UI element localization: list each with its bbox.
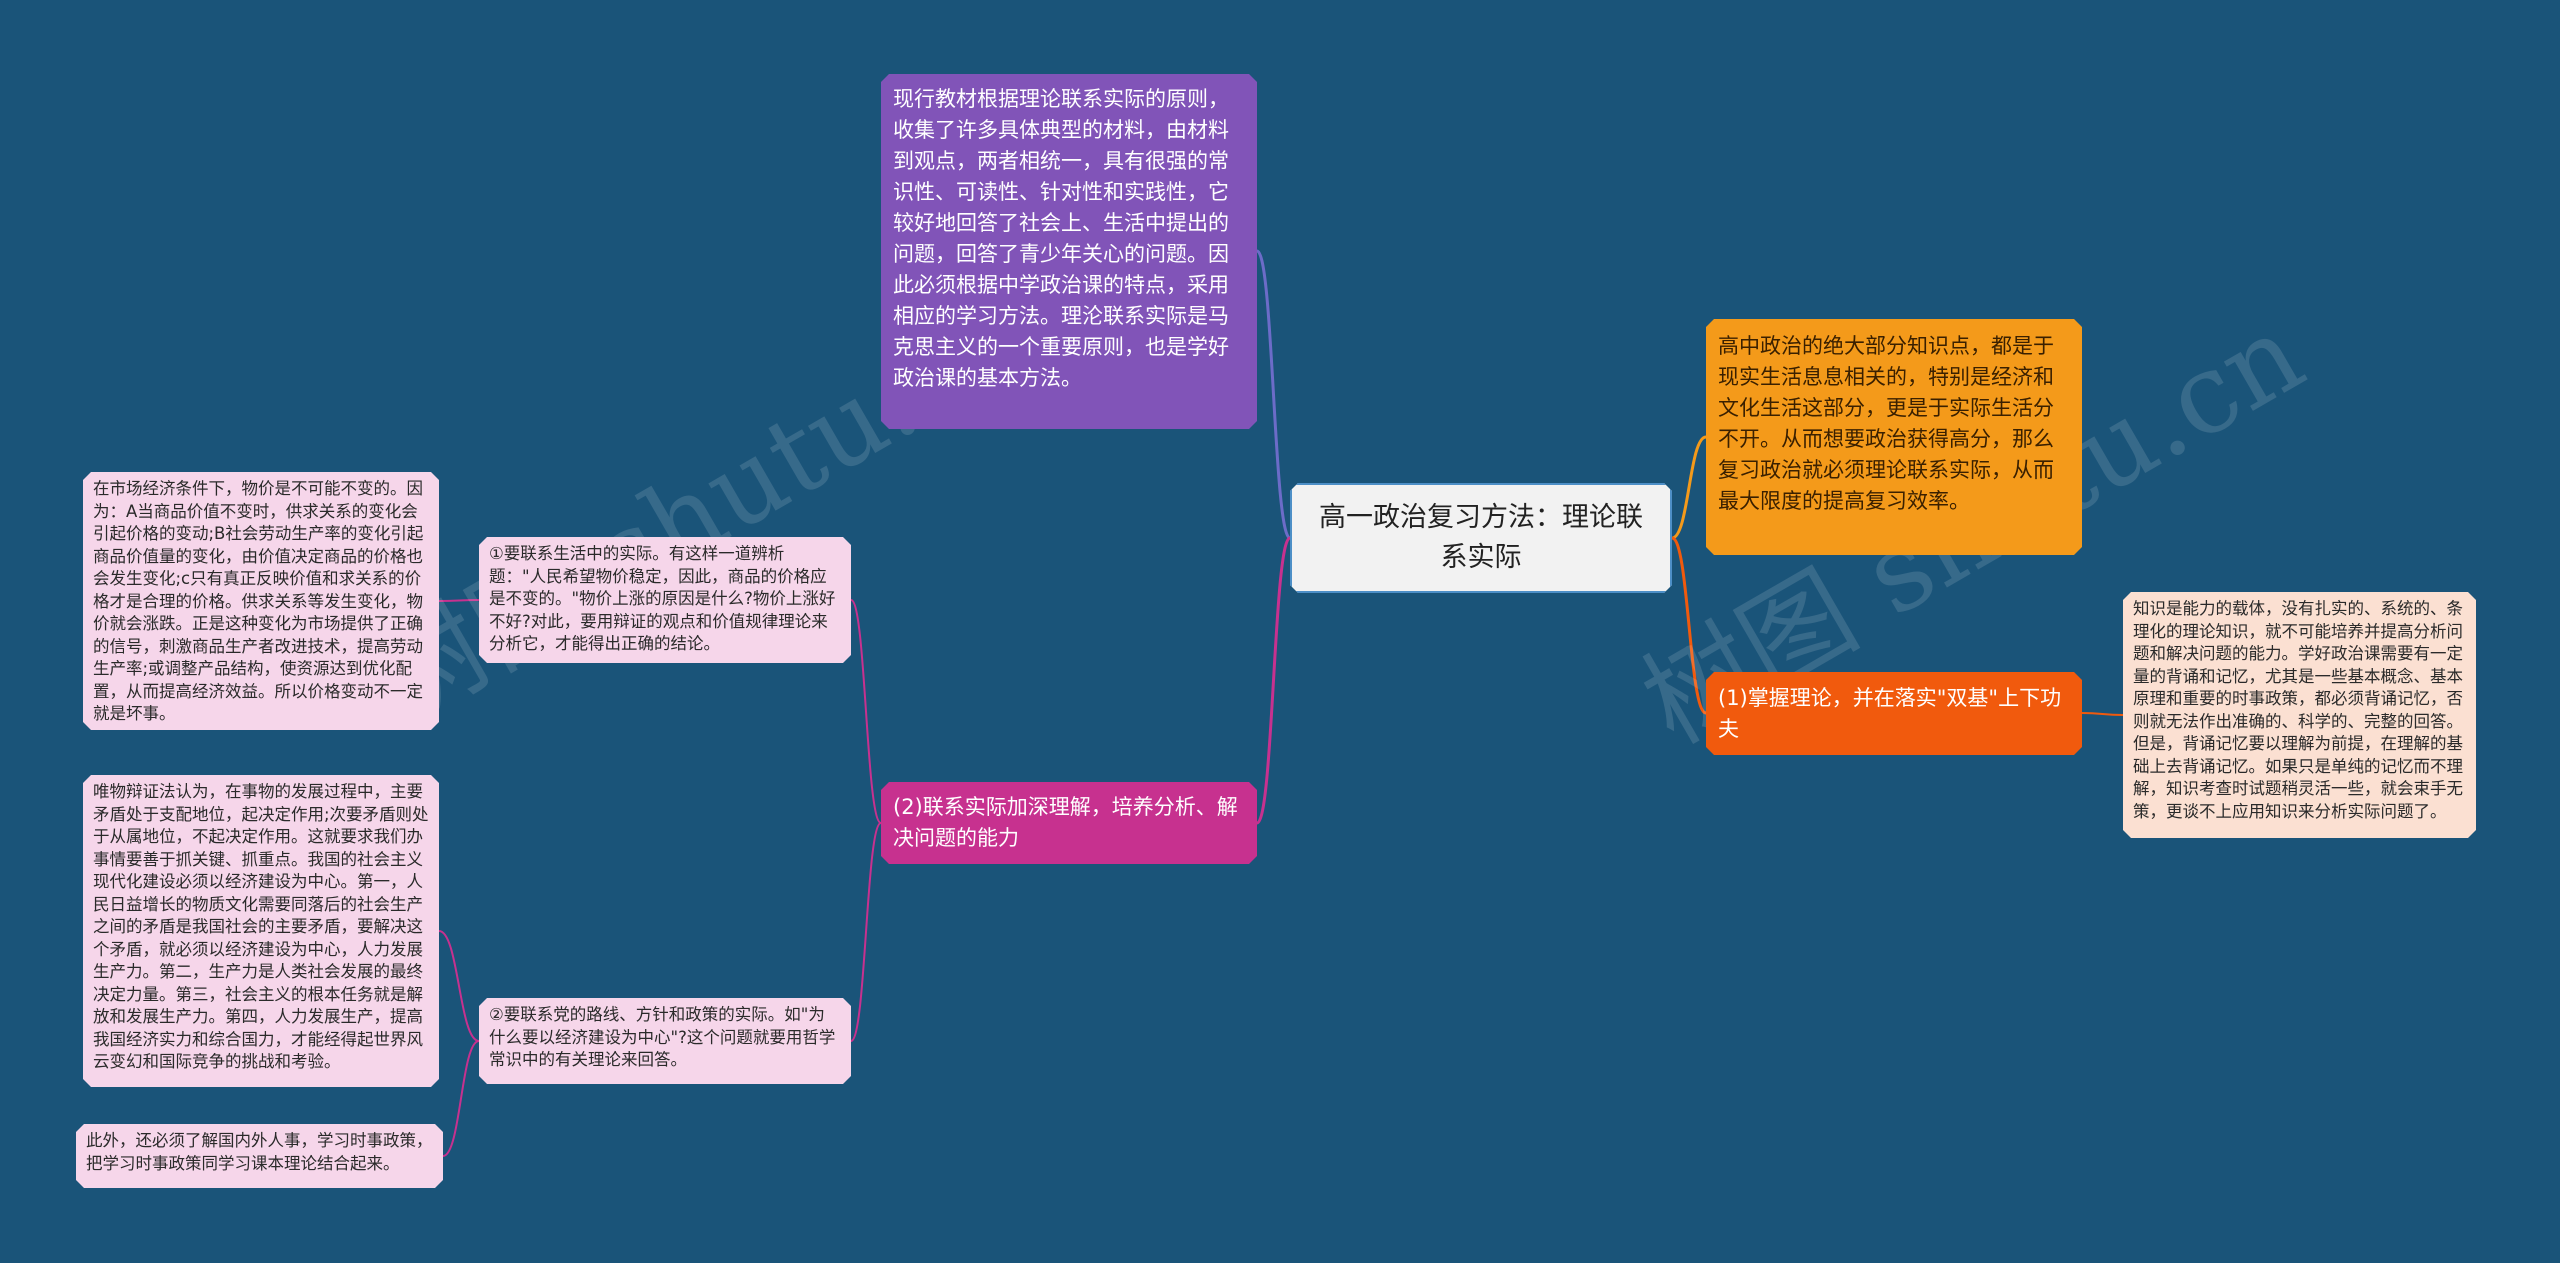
reality-node[interactable]: 高中政治的绝大部分知识点，都是于现实生活息息相关的，特别是经济和文化生活这部分，… [1706, 319, 2082, 555]
life-practice-text: ①要联系生活中的实际。有这样一道辨析题："人民希望物价稳定，因此，商品的价格应是… [489, 544, 836, 653]
mindmap-canvas: 树图 shutu.cn 树图 shutu.cn 高一政治复习方法：理论联系实际 … [0, 0, 2560, 1263]
link-policy-dialectics [438, 930, 480, 1042]
current-affairs-text: 此外，还必须了解国内外人事，学习时事政策，把学习时事政策同学习课本理论结合起来。 [86, 1131, 433, 1173]
party-policy-node[interactable]: ②要联系党的路线、方针和政策的实际。如"为什么要以经济建设为中心"?这个问题就要… [479, 998, 851, 1084]
theory-detail-text: 知识是能力的载体，没有扎实的、系统的、条理化的理论知识，就不可能培养并提高分析问… [2133, 599, 2463, 821]
link-practice-policy [850, 822, 882, 1042]
intro-node[interactable]: 现行教材根据理论联系实际的原则，收集了许多具体典型的材料，由材料到观点，两者相统… [881, 74, 1257, 429]
dialectics-detail-text: 唯物辩证法认为，在事物的发展过程中，主要矛盾处于支配地位，起决定作用;次要矛盾则… [93, 782, 429, 1071]
branch-theory-node[interactable]: (1)掌握理论，并在落实"双基"上下功夫 [1706, 672, 2082, 755]
dialectics-detail-node[interactable]: 唯物辩证法认为，在事物的发展过程中，主要矛盾处于支配地位，起决定作用;次要矛盾则… [83, 775, 439, 1087]
link-root-theory [1671, 536, 1707, 715]
branch-practice-label: (2)联系实际加深理解，培养分析、解决问题的能力 [893, 795, 1238, 850]
link-life-price [438, 599, 480, 602]
link-policy-affairs [442, 1040, 480, 1157]
link-practice-life [850, 599, 882, 824]
root-topic[interactable]: 高一政治复习方法：理论联系实际 [1290, 483, 1672, 593]
root-topic-label: 高一政治复习方法：理论联系实际 [1319, 502, 1643, 573]
life-practice-node[interactable]: ①要联系生活中的实际。有这样一道辨析题："人民希望物价稳定，因此，商品的价格应是… [479, 537, 851, 663]
theory-detail-node[interactable]: 知识是能力的载体，没有扎实的、系统的、条理化的理论知识，就不可能培养并提高分析问… [2123, 592, 2476, 838]
intro-node-text: 现行教材根据理论联系实际的原则，收集了许多具体典型的材料，由材料到观点，两者相统… [893, 87, 1229, 390]
link-root-intro [1255, 249, 1292, 540]
price-detail-text: 在市场经济条件下，物价是不可能不变的。因为：A当商品价值不变时，供求关系的变化会… [93, 479, 424, 723]
link-theory-detail [2081, 712, 2124, 716]
party-policy-text: ②要联系党的路线、方针和政策的实际。如"为什么要以经济建设为中心"?这个问题就要… [489, 1005, 836, 1069]
current-affairs-node[interactable]: 此外，还必须了解国内外人事，学习时事政策，把学习时事政策同学习课本理论结合起来。 [76, 1124, 443, 1188]
link-root-practice [1255, 536, 1292, 825]
branch-theory-label: (1)掌握理论，并在落实"双基"上下功夫 [1718, 685, 2062, 741]
link-root-reality [1671, 435, 1707, 540]
price-detail-node[interactable]: 在市场经济条件下，物价是不可能不变的。因为：A当商品价值不变时，供求关系的变化会… [83, 472, 439, 730]
branch-practice-node[interactable]: (2)联系实际加深理解，培养分析、解决问题的能力 [881, 782, 1257, 864]
reality-node-text: 高中政治的绝大部分知识点，都是于现实生活息息相关的，特别是经济和文化生活这部分，… [1718, 334, 2054, 513]
